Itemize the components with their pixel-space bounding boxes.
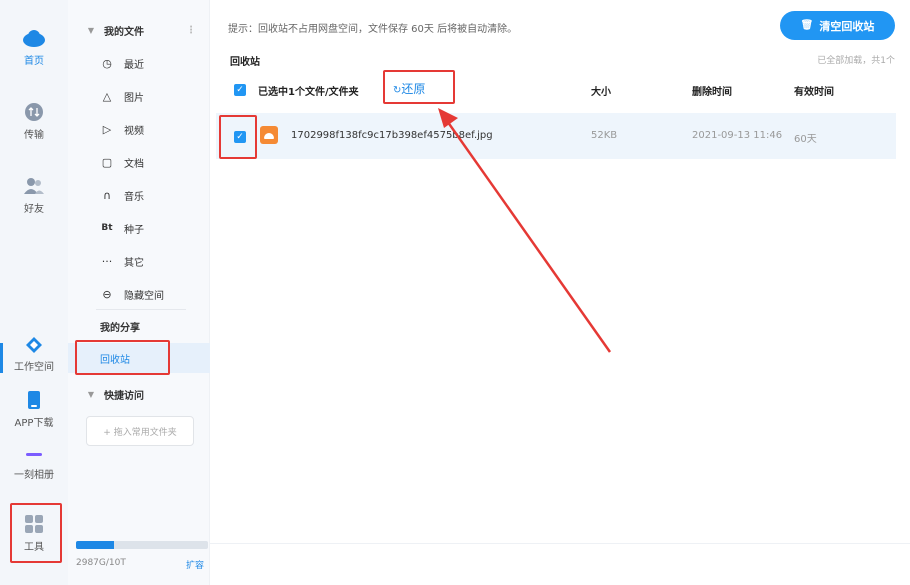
rail-workspace[interactable]: 工作空间	[0, 336, 68, 373]
sidebar: ▼ 我的文件 ⋮ ◷ 最近 △ 图片 ▷ 视频 ▢ 文档 ∩ 音乐 Bt 种子 …	[68, 0, 210, 585]
trash-icon: 🗑	[800, 20, 814, 31]
storage-usage-text: 2987G/10T	[76, 558, 126, 568]
rail-label: APP下载	[14, 418, 54, 429]
page-title: 回收站	[230, 57, 260, 68]
highlight-box-restore	[383, 70, 455, 104]
column-header-deleted-time[interactable]: 删除时间	[692, 83, 732, 98]
rail-app-download[interactable]: APP下载	[0, 390, 68, 429]
ellipsis-icon: ···	[101, 254, 113, 268]
tip-text: 提示：回收站不占用网盘空间，文件保存 60天 后将被自动清除。	[228, 24, 518, 35]
loaded-status: 已全部加载，共1个	[817, 56, 895, 66]
rail-transfer[interactable]: 传输	[0, 102, 68, 141]
clear-recycle-bin-button[interactable]: 🗑 清空回收站	[780, 11, 895, 40]
image-icon: △	[102, 89, 112, 103]
rail-album[interactable]: 一刻相册	[0, 448, 68, 481]
divider	[96, 309, 186, 310]
sidebar-my-files[interactable]: ▼ 我的文件 ⋮	[68, 16, 210, 44]
sidebar-item-recent[interactable]: ◷ 最近	[68, 49, 210, 77]
rail-label: 一刻相册	[14, 470, 54, 481]
bt-icon: Bt	[101, 223, 113, 233]
rail-label: 好友	[24, 204, 44, 215]
file-size: 52KB	[591, 130, 618, 141]
caret-down-icon: ▼	[87, 25, 95, 35]
rail-label: 传输	[24, 130, 44, 141]
workspace-icon	[26, 337, 42, 353]
storage-progress	[76, 541, 208, 549]
headphones-icon: ∩	[102, 188, 112, 202]
highlight-box-tools	[10, 503, 62, 563]
sidebar-item-hidden-space[interactable]: ⊖ 隐藏空间	[68, 280, 210, 308]
expand-storage-link[interactable]: 扩容	[186, 558, 204, 571]
rail-label: 首页	[24, 56, 44, 67]
file-valid-time: 60天	[794, 134, 817, 145]
sidebar-item-other[interactable]: ··· 其它	[68, 247, 210, 275]
caret-down-icon: ▼	[87, 389, 95, 399]
rail-label: 工作空间	[14, 362, 54, 373]
storage-progress-fill	[76, 541, 115, 549]
quick-access-drop-zone[interactable]: + 拖入常用文件夹	[86, 416, 194, 446]
cloud-icon	[23, 30, 45, 47]
album-icon	[26, 453, 42, 456]
clock-icon: ◷	[102, 56, 112, 70]
friends-icon	[24, 178, 44, 194]
phone-icon	[28, 391, 40, 409]
sidebar-my-share[interactable]: 我的分享	[68, 312, 210, 340]
sidebar-quick-access[interactable]: ▼ 快捷访问	[68, 380, 210, 408]
sidebar-item-torrents[interactable]: Bt 种子	[68, 214, 210, 242]
highlight-box-checkbox	[219, 115, 257, 159]
lock-icon: ⊖	[102, 287, 112, 301]
left-rail: 首页 传输 好友 工作空间 APP下载 一刻相册 工具	[0, 0, 68, 585]
sidebar-item-images[interactable]: △ 图片	[68, 82, 210, 110]
sidebar-item-docs[interactable]: ▢ 文档	[68, 148, 210, 176]
file-name[interactable]: 1702998f138fc9c17b398ef4575b8ef.jpg	[291, 130, 493, 141]
rail-home[interactable]: 首页	[0, 28, 68, 67]
active-indicator	[0, 343, 3, 373]
selected-count: 已选中1个文件/文件夹	[258, 87, 359, 98]
divider	[210, 543, 910, 544]
more-icon[interactable]: ⋮	[186, 25, 196, 36]
column-header-valid-time[interactable]: 有效时间	[794, 83, 834, 98]
play-icon: ▷	[102, 122, 112, 136]
document-icon: ▢	[101, 155, 113, 169]
rail-friends[interactable]: 好友	[0, 176, 68, 215]
sidebar-item-music[interactable]: ∩ 音乐	[68, 181, 210, 209]
sidebar-item-videos[interactable]: ▷ 视频	[68, 115, 210, 143]
transfer-icon	[25, 103, 43, 121]
column-header-size[interactable]: 大小	[591, 83, 611, 98]
highlight-box-recycle-bin	[75, 340, 170, 375]
select-all-checkbox[interactable]: ✓	[234, 84, 246, 96]
image-file-icon	[260, 126, 278, 144]
file-deleted-time: 2021-09-13 11:46	[692, 130, 783, 141]
